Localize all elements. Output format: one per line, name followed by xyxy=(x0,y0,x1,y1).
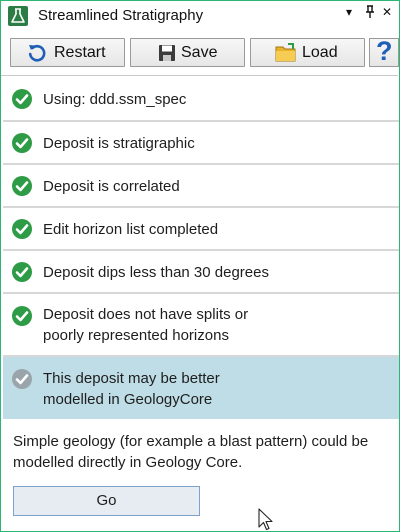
save-button[interactable]: Save xyxy=(130,38,245,67)
step-label: This deposit may be better modelled in G… xyxy=(43,368,220,410)
info-text: Simple geology (for example a blast patt… xyxy=(13,431,393,473)
check-circle-icon xyxy=(12,175,32,196)
restart-button[interactable]: Restart xyxy=(10,38,125,67)
go-button[interactable]: Go xyxy=(13,486,200,516)
pin-icon[interactable] xyxy=(364,5,376,22)
folder-icon xyxy=(275,43,296,62)
step-label: Deposit is stratigraphic xyxy=(43,135,195,152)
info-line: modelled directly in Geology Core. xyxy=(13,454,243,471)
step-item-current: This deposit may be better modelled in G… xyxy=(3,357,399,419)
step-item: Deposit does not have splits or poorly r… xyxy=(3,294,399,357)
toolbar: Restart Save Load ? xyxy=(1,33,399,73)
title-bar: Streamlined Stratigraphy ▾ ✕ xyxy=(1,1,398,31)
dropdown-arrow-icon[interactable]: ▾ xyxy=(346,5,352,19)
step-label: Using: ddd.ssm_spec xyxy=(43,91,187,108)
check-circle-icon xyxy=(12,89,32,109)
load-label: Load xyxy=(302,44,338,61)
save-icon xyxy=(159,45,175,61)
help-button[interactable]: ? xyxy=(369,38,399,67)
check-circle-icon xyxy=(12,305,32,326)
window-title: Streamlined Stratigraphy xyxy=(38,7,204,24)
step-item: Using: ddd.ssm_spec xyxy=(3,78,399,122)
step-label: Deposit dips less than 30 degrees xyxy=(43,264,269,281)
check-circle-icon xyxy=(12,132,32,153)
check-circle-icon xyxy=(12,218,32,239)
check-circle-icon xyxy=(12,261,32,282)
step-label-line: poorly represented horizons xyxy=(43,327,229,344)
flask-icon xyxy=(8,6,28,26)
close-icon[interactable]: ✕ xyxy=(382,5,392,19)
step-label: Deposit is correlated xyxy=(43,178,180,195)
step-label-line: This deposit may be better xyxy=(43,370,220,387)
step-item: Deposit dips less than 30 degrees xyxy=(3,251,399,294)
toolbar-divider xyxy=(1,75,398,76)
step-item: Edit horizon list completed xyxy=(3,208,399,251)
steps-list: Using: ddd.ssm_spec Deposit is stratigra… xyxy=(3,78,399,419)
step-label: Deposit does not have splits or poorly r… xyxy=(43,304,248,346)
info-line: Simple geology (for example a blast patt… xyxy=(13,433,369,450)
help-icon: ? xyxy=(376,38,393,66)
check-circle-icon xyxy=(12,369,32,389)
mouse-cursor-icon xyxy=(258,508,273,531)
save-label: Save xyxy=(181,44,218,61)
step-label-line: Deposit does not have splits or xyxy=(43,306,249,323)
step-label: Edit horizon list completed xyxy=(43,221,219,238)
step-item: Deposit is correlated xyxy=(3,165,399,208)
load-button[interactable]: Load xyxy=(250,38,365,67)
step-item: Deposit is stratigraphic xyxy=(3,122,399,165)
restart-label: Restart xyxy=(54,44,106,61)
restart-icon xyxy=(28,44,46,62)
step-label-line: modelled in GeologyCore xyxy=(43,391,213,408)
